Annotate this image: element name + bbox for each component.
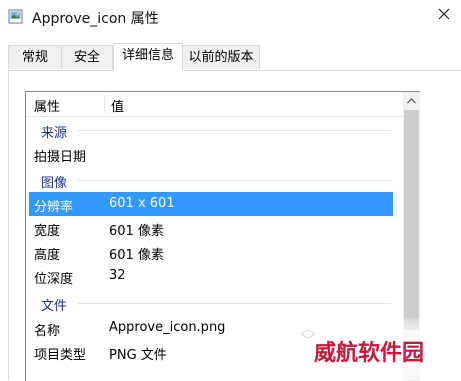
group-label: 图像: [41, 176, 68, 191]
close-button[interactable]: [426, 0, 461, 32]
property-value: 601 像素: [109, 248, 164, 263]
tab-security[interactable]: 安全: [61, 45, 113, 69]
tab-general[interactable]: 常规: [8, 45, 62, 69]
property-name: 名称: [34, 324, 61, 339]
column-header-property[interactable]: 属性: [34, 96, 60, 115]
group-divider: [78, 130, 391, 131]
property-value: PNG 文件: [109, 348, 167, 363]
group-header-image: 图像: [26, 169, 403, 191]
property-value: Approve_icon.png: [109, 320, 226, 335]
tab-previous-versions[interactable]: 以前的版本: [182, 45, 260, 69]
group-label: 来源: [41, 126, 68, 141]
list-item-resolution[interactable]: 分辨率 601 x 601: [29, 192, 393, 216]
list-item-bit-depth[interactable]: 位深度 32: [26, 264, 403, 288]
property-name: 拍摄日期: [34, 150, 87, 165]
list-item-date-taken[interactable]: 拍摄日期: [26, 142, 403, 166]
image-file-icon: [8, 9, 23, 24]
window-title: Approve_icon 属性: [32, 11, 159, 27]
property-name: 分辨率: [34, 200, 74, 215]
list-item-height[interactable]: 高度 601 像素: [26, 240, 403, 264]
property-value: 601 x 601: [109, 196, 175, 211]
group-divider: [78, 180, 391, 181]
column-header-value[interactable]: 值: [111, 96, 124, 115]
property-name: 宽度: [34, 224, 61, 239]
list-item-width[interactable]: 宽度 601 像素: [26, 216, 403, 240]
group-header-source: 来源: [26, 119, 403, 141]
column-divider[interactable]: [104, 95, 105, 113]
list-header: 属性 值: [26, 92, 403, 117]
group-header-file: 文件: [26, 292, 403, 314]
group-label: 文件: [41, 299, 68, 314]
scroll-up-button[interactable]: [403, 92, 420, 109]
property-value: 32: [109, 268, 126, 283]
tab-strip: 常规 安全 详细信息 以前的版本: [0, 43, 461, 71]
watermark-text: 威航软件园: [314, 340, 425, 366]
property-name: 项目类型: [34, 348, 87, 363]
tab-details[interactable]: 详细信息: [113, 43, 183, 71]
close-icon: [438, 8, 450, 24]
scrollbar-thumb[interactable]: [404, 110, 419, 330]
title-bar: Approve_icon 属性: [0, 0, 461, 34]
group-divider: [78, 303, 391, 304]
chevron-up-icon: [407, 93, 416, 108]
property-name: 位深度: [34, 272, 74, 287]
property-value: 601 像素: [109, 224, 164, 239]
property-name: 高度: [34, 248, 61, 263]
